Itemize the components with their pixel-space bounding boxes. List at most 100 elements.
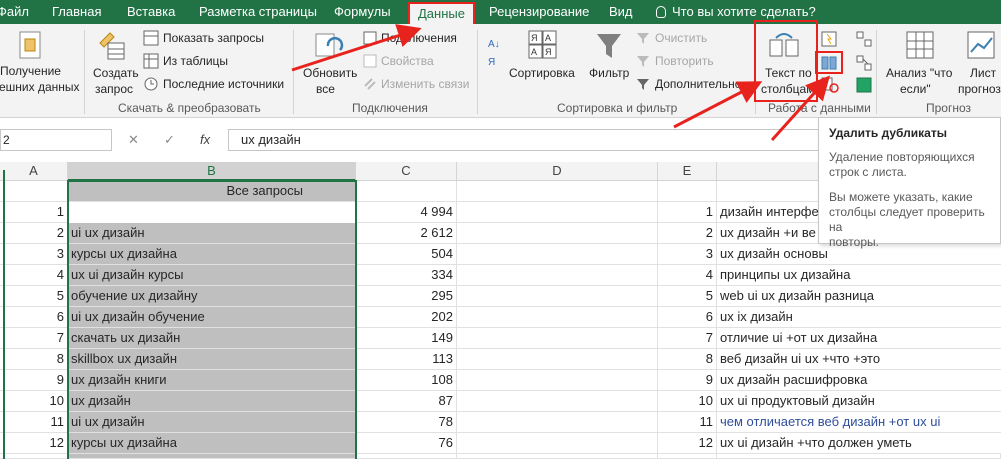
consolidate-icon[interactable] <box>856 31 872 47</box>
count-cell[interactable]: 76 <box>356 433 457 454</box>
column-header-A[interactable]: A <box>0 162 68 181</box>
enter-button[interactable]: ✓ <box>164 129 175 151</box>
row-number-cell[interactable]: 3 <box>0 244 68 265</box>
text-to-columns-label-2[interactable]: столбцам <box>761 82 814 96</box>
query-cell[interactable]: ux ui дизайн +что должен уметь <box>717 433 1001 454</box>
row-number-cell[interactable]: 4 <box>658 265 717 286</box>
column-header-D[interactable]: D <box>457 162 658 181</box>
flash-fill-icon[interactable] <box>821 31 837 47</box>
query-cell[interactable]: курсы ux дизайна <box>68 244 356 265</box>
sort-az-icon[interactable]: A↓ Я <box>487 35 503 85</box>
query-cell[interactable]: ux дизайн книги <box>68 370 356 391</box>
get-external-data-icon[interactable] <box>18 30 44 60</box>
recent-sources-button[interactable]: Последние источники <box>163 77 284 91</box>
query-cell[interactable]: веб дизайн ui ux +что +это <box>717 349 1001 370</box>
get-data-label-2[interactable]: внешних данных <box>0 80 80 94</box>
from-table-button[interactable]: Из таблицы <box>163 54 228 68</box>
query-cell[interactable]: ux ui продуктовый дизайн <box>717 391 1001 412</box>
row-number-cell[interactable]: 8 <box>658 349 717 370</box>
properties-button[interactable]: Свойства <box>381 54 434 68</box>
refresh-all-label-1[interactable]: Обновить <box>303 66 357 80</box>
what-if-analysis-icon[interactable] <box>905 30 935 60</box>
forecast-label-1[interactable]: Лист <box>970 66 996 80</box>
row-number-cell[interactable]: 6 <box>658 307 717 328</box>
row-number-cell[interactable]: 5 <box>0 286 68 307</box>
forecast-sheet-icon[interactable] <box>966 30 996 60</box>
cell-a-header[interactable] <box>0 181 68 202</box>
sort-button[interactable]: Сортировка <box>509 66 575 80</box>
empty-cell[interactable] <box>658 454 717 459</box>
relationships-icon[interactable] <box>856 55 872 71</box>
column-header-C[interactable]: C <box>356 162 457 181</box>
row-number-cell[interactable]: 11 <box>0 412 68 433</box>
new-query-icon[interactable] <box>96 29 128 61</box>
query-cell[interactable]: чем отличается веб дизайн +от ux ui <box>717 412 1001 433</box>
tab-review[interactable]: Рецензирование <box>489 0 589 24</box>
empty-cell[interactable] <box>68 454 356 459</box>
filter-button[interactable]: Фильтр <box>589 66 629 80</box>
row-number-cell[interactable]: 12 <box>0 433 68 454</box>
row-number-cell[interactable]: 12 <box>658 433 717 454</box>
query-cell[interactable]: ui ux дизайн обучение <box>68 307 356 328</box>
query-cell[interactable]: web ui ux дизайн разница <box>717 286 1001 307</box>
empty-cell[interactable] <box>457 391 658 412</box>
row-number-cell[interactable]: 5 <box>658 286 717 307</box>
clear-button[interactable]: Очистить <box>655 31 707 45</box>
query-cell[interactable]: курсы ux дизайна <box>68 433 356 454</box>
tab-formulas[interactable]: Формулы <box>334 0 391 24</box>
row-number-cell[interactable]: 9 <box>0 370 68 391</box>
name-box[interactable]: 2 <box>0 129 112 151</box>
count-cell[interactable]: 295 <box>356 286 457 307</box>
empty-cell[interactable] <box>457 202 658 223</box>
empty-cell[interactable] <box>457 328 658 349</box>
row-number-cell[interactable]: 3 <box>658 244 717 265</box>
query-cell[interactable]: ux ix дизайн <box>717 307 1001 328</box>
count-cell[interactable]: 113 <box>356 349 457 370</box>
row-number-cell[interactable]: 2 <box>658 223 717 244</box>
refresh-all-icon[interactable] <box>314 30 344 60</box>
forecast-label-2[interactable]: прогноз <box>958 82 1001 96</box>
cancel-button[interactable]: ✕ <box>128 129 139 151</box>
edit-links-button[interactable]: Изменить связи <box>381 77 469 91</box>
tab-home[interactable]: Главная <box>52 0 101 24</box>
count-cell[interactable]: 149 <box>356 328 457 349</box>
empty-cell[interactable] <box>457 265 658 286</box>
data-validation-icon[interactable] <box>821 77 839 93</box>
empty-cell[interactable] <box>457 349 658 370</box>
empty-cell[interactable] <box>457 286 658 307</box>
refresh-all-label-2[interactable]: все <box>316 82 335 96</box>
insert-function-button[interactable]: fx <box>200 129 210 151</box>
what-if-label-1[interactable]: Анализ "что <box>886 66 952 80</box>
count-cell[interactable]: 334 <box>356 265 457 286</box>
get-data-label-1[interactable]: Получение <box>0 64 61 78</box>
query-cell[interactable]: ui ux дизайн <box>68 223 356 244</box>
tab-view[interactable]: Вид <box>609 0 633 24</box>
empty-cell[interactable] <box>457 433 658 454</box>
count-cell[interactable]: 202 <box>356 307 457 328</box>
count-cell[interactable]: 108 <box>356 370 457 391</box>
count-cell[interactable]: 504 <box>356 244 457 265</box>
query-cell[interactable]: ux дизайн расшифровка <box>717 370 1001 391</box>
column-header-B[interactable]: B <box>68 162 356 181</box>
count-cell[interactable]: 78 <box>356 412 457 433</box>
tab-insert[interactable]: Вставка <box>127 0 175 24</box>
sort-dialog-icon[interactable]: Я А А Я <box>528 30 558 60</box>
count-cell[interactable]: 4 994 <box>356 202 457 223</box>
query-cell[interactable]: обучение ux дизайну <box>68 286 356 307</box>
create-query-label-2[interactable]: запрос <box>95 82 133 96</box>
row-number-cell[interactable]: 7 <box>658 328 717 349</box>
row-number-cell[interactable]: 2 <box>0 223 68 244</box>
show-queries-button[interactable]: Показать запросы <box>163 31 264 45</box>
query-cell[interactable]: ux дизайн <box>68 391 356 412</box>
row-number-cell[interactable]: 7 <box>0 328 68 349</box>
query-cell[interactable]: принципы ux дизайна <box>717 265 1001 286</box>
empty-cell[interactable] <box>457 412 658 433</box>
cell-e-header[interactable] <box>658 181 717 202</box>
what-if-label-2[interactable]: если" <box>900 82 931 96</box>
cell-d-header[interactable] <box>457 181 658 202</box>
tab-page-layout[interactable]: Разметка страницы <box>199 0 317 24</box>
query-cell[interactable]: ux ui дизайн курсы <box>68 265 356 286</box>
row-number-cell[interactable]: 1 <box>658 202 717 223</box>
query-cell[interactable]: ui ux дизайн <box>68 412 356 433</box>
remove-duplicates-icon[interactable] <box>821 55 837 71</box>
